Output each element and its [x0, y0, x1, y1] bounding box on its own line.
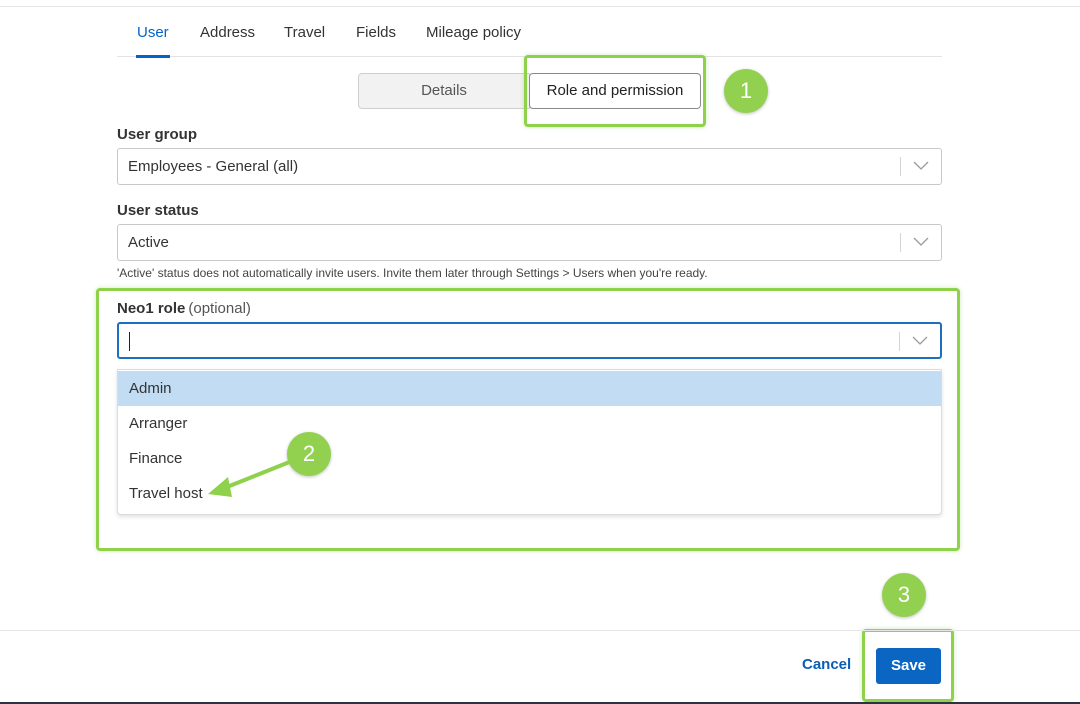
chevron-down-icon [913, 161, 929, 170]
details-segment-label: Details [421, 82, 467, 99]
save-button[interactable]: Save [876, 648, 941, 684]
user-status-select[interactable]: Active [117, 224, 942, 261]
tab-label: Travel [284, 24, 326, 41]
tab-label: Fields [356, 24, 397, 41]
select-separator [900, 233, 901, 252]
neo1-role-label-text: Neo1 role [117, 300, 186, 317]
tab-bar: User Address Travel Fields Mileage polic… [117, 22, 942, 58]
annotation-arrow-icon [208, 459, 294, 497]
select-separator [900, 157, 901, 176]
tab-fields[interactable]: Fields [356, 22, 396, 57]
tab-label: Address [200, 24, 256, 41]
option-admin[interactable]: Admin [118, 371, 941, 406]
tab-address[interactable]: Address [200, 22, 255, 57]
neo1-role-label: Neo1 role (optional) [117, 300, 251, 317]
tab-user[interactable]: User [136, 22, 170, 58]
user-group-label: User group [117, 126, 198, 143]
role-and-permission-segment-button[interactable]: Role and permission [529, 73, 701, 109]
active-tab-indicator [136, 55, 170, 58]
user-status-label: User status [117, 202, 199, 219]
footer-divider [0, 630, 1080, 631]
neo1-role-combobox[interactable] [117, 322, 942, 359]
annotation-badge-3: 3 [882, 573, 926, 617]
cancel-button[interactable]: Cancel [802, 656, 851, 673]
user-status-hint: 'Active' status does not automatically i… [117, 266, 708, 280]
select-separator [899, 332, 900, 351]
tab-label: User [137, 24, 169, 41]
user-status-value: Active [128, 234, 169, 251]
user-group-select[interactable]: Employees - General (all) [117, 148, 942, 185]
option-arranger[interactable]: Arranger [118, 406, 941, 441]
optional-marker: (optional) [188, 300, 251, 317]
tab-label: Mileage policy [426, 24, 522, 41]
top-divider [0, 0, 1080, 7]
annotation-badge-1: 1 [724, 69, 768, 113]
tab-travel[interactable]: Travel [284, 22, 325, 57]
text-cursor [129, 332, 130, 351]
chevron-down-icon [912, 336, 928, 345]
user-group-value: Employees - General (all) [128, 158, 299, 175]
role-segment-label: Role and permission [546, 82, 684, 99]
tab-mileage-policy[interactable]: Mileage policy [426, 22, 521, 57]
details-segment-button[interactable]: Details [358, 73, 530, 109]
chevron-down-icon [913, 237, 929, 246]
